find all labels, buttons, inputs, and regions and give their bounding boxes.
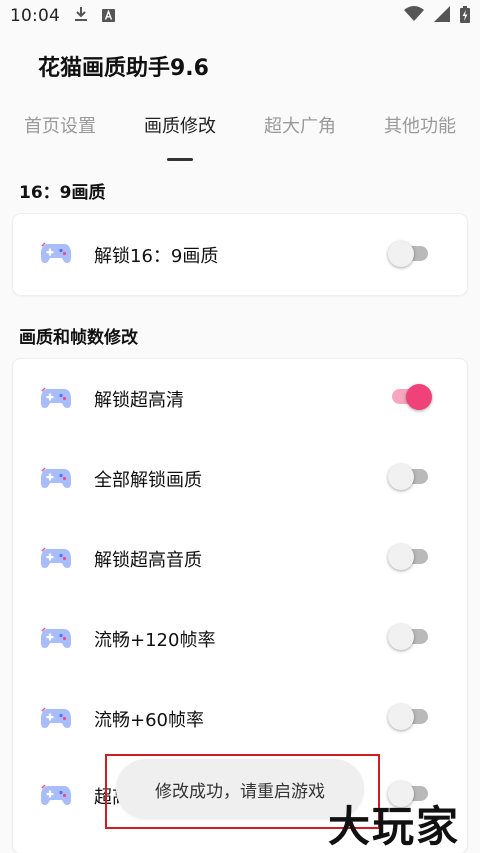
item-label: 解锁16：9画质 xyxy=(94,245,219,267)
switch-thumb xyxy=(388,544,414,570)
gamepad-icon xyxy=(40,240,72,266)
tab-other-functions[interactable]: 其他功能 xyxy=(384,112,456,162)
gamepad-icon xyxy=(40,782,72,808)
download-icon xyxy=(74,6,88,26)
signal-icon xyxy=(434,6,450,26)
item-label: 全部解锁画质 xyxy=(94,470,202,491)
toggle-switch[interactable] xyxy=(388,382,432,412)
section-header-quality-fps: 画质和帧数修改 xyxy=(19,328,138,348)
app-screen: 10:04 花猫画质助手9.6 首页设置 画质修改 超大广角 其他功能 16：9… xyxy=(0,0,480,853)
tab-wide-angle[interactable]: 超大广角 xyxy=(264,112,336,162)
a-box-icon xyxy=(102,7,115,26)
list-item[interactable]: 流畅+120帧率 xyxy=(13,599,467,679)
gamepad-icon xyxy=(40,705,72,731)
gamepad-icon xyxy=(40,625,72,651)
toggle-switch[interactable] xyxy=(388,239,432,269)
switch-thumb xyxy=(388,241,414,267)
battery-charging-icon xyxy=(460,5,470,27)
switch-thumb xyxy=(388,704,414,730)
item-label: 流畅+120帧率 xyxy=(94,630,216,651)
switch-thumb xyxy=(388,464,414,490)
tab-home-settings[interactable]: 首页设置 xyxy=(24,112,96,162)
toggle-switch[interactable] xyxy=(388,702,432,732)
switch-thumb xyxy=(406,384,432,410)
item-label: 解锁超高清 xyxy=(94,390,184,411)
toggle-switch[interactable] xyxy=(388,622,432,652)
wifi-icon xyxy=(404,6,424,26)
status-time: 10:04 xyxy=(10,6,60,26)
tab-bar: 首页设置 画质修改 超大广角 其他功能 xyxy=(0,112,480,162)
tab-quality-modify[interactable]: 画质修改 xyxy=(144,112,216,162)
section-header-16-9: 16：9画质 xyxy=(19,183,106,203)
app-title: 花猫画质助手9.6 xyxy=(38,56,209,81)
list-item[interactable]: 解锁超高清 xyxy=(13,359,467,439)
gamepad-icon xyxy=(40,545,72,571)
watermark: 大玩家 xyxy=(328,802,461,851)
gamepad-icon xyxy=(40,385,72,411)
gamepad-icon xyxy=(40,465,72,491)
item-label: 解锁超高音质 xyxy=(94,550,202,571)
active-tab-indicator xyxy=(167,158,193,161)
list-item[interactable]: 流畅+60帧率 xyxy=(13,679,467,759)
switch-thumb xyxy=(388,624,414,650)
card-16-9: 解锁16：9画质 xyxy=(13,214,467,295)
list-item[interactable]: 全部解锁画质 xyxy=(13,439,467,519)
toggle-switch[interactable] xyxy=(388,542,432,572)
list-item[interactable]: 解锁超高音质 xyxy=(13,519,467,599)
list-item[interactable]: 解锁16：9画质 xyxy=(13,214,467,295)
toggle-switch[interactable] xyxy=(388,462,432,492)
item-label: 流畅+60帧率 xyxy=(94,710,204,731)
status-bar: 10:04 xyxy=(0,0,480,32)
